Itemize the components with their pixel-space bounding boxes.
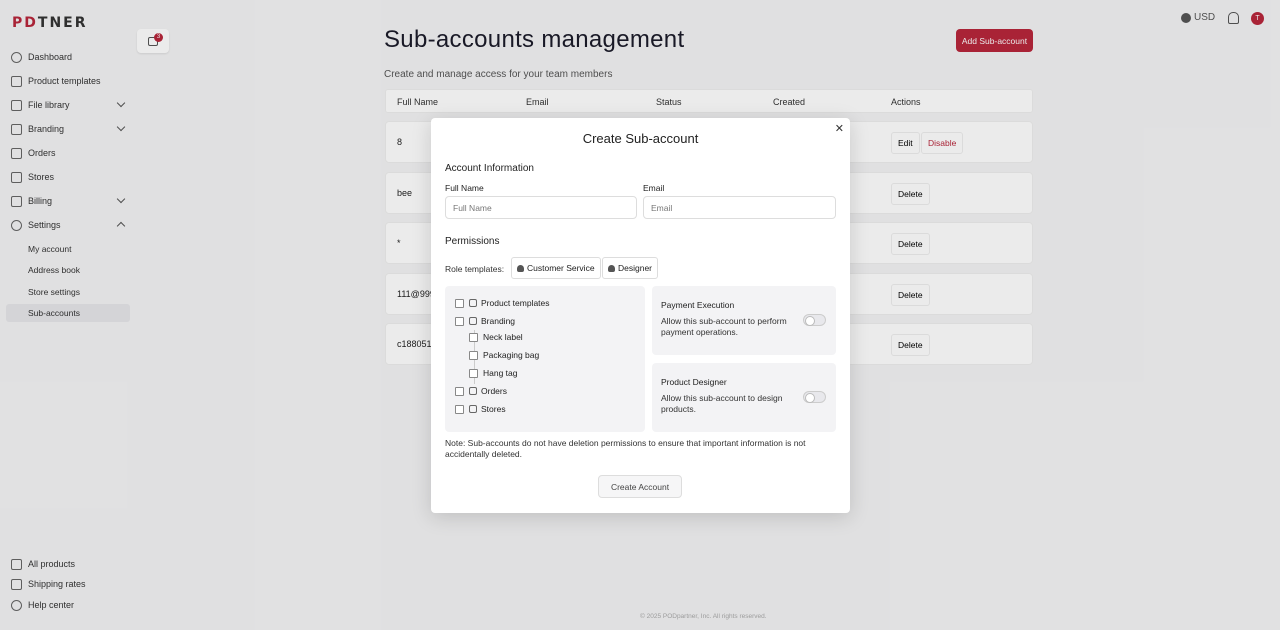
checkbox[interactable] (455, 316, 464, 326)
shirt-icon (469, 299, 477, 307)
role-templates-label: Role templates: (445, 264, 505, 274)
checkbox[interactable] (469, 350, 478, 360)
role-designer-button[interactable]: Designer (602, 257, 659, 279)
modal-title: Create Sub-account (582, 131, 699, 146)
card-title: Payment Execution (661, 300, 735, 310)
full-name-label: Full Name (445, 183, 484, 193)
tag-icon (469, 317, 477, 325)
full-name-input[interactable] (445, 196, 637, 219)
perm-branding[interactable]: Branding (455, 316, 515, 326)
perm-stores[interactable]: Stores (455, 404, 506, 414)
checkbox[interactable] (455, 386, 464, 396)
perm-neck-label[interactable]: Neck label (469, 332, 523, 342)
role-customer-service-button[interactable]: Customer Service (511, 257, 601, 279)
user-icon (608, 264, 615, 272)
deletion-note: Note: Sub-accounts do not have deletion … (445, 438, 806, 459)
product-designer-card: Product Designer Allow this sub-account … (652, 363, 836, 432)
checkbox[interactable] (455, 404, 464, 414)
clipboard-icon (469, 387, 477, 395)
checkbox[interactable] (455, 298, 464, 308)
card-title: Product Designer (661, 377, 727, 387)
email-label: Email (643, 183, 665, 193)
product-designer-toggle[interactable] (803, 391, 826, 403)
permissions-heading: Permissions (445, 236, 500, 247)
perm-hang-tag[interactable]: Hang tag (469, 368, 518, 378)
payment-execution-toggle[interactable] (803, 314, 826, 326)
card-description: Allow this sub-account to design product… (661, 393, 783, 414)
perm-orders[interactable]: Orders (455, 386, 507, 396)
email-input[interactable] (643, 196, 836, 219)
create-account-button[interactable]: Create Account (598, 475, 682, 498)
user-icon (517, 264, 524, 272)
perm-product-templates[interactable]: Product templates (455, 298, 550, 308)
permission-tree: Product templates Branding Neck label Pa… (445, 286, 645, 432)
store-icon (469, 405, 477, 413)
card-description: Allow this sub-account to perform paymen… (661, 316, 787, 337)
payment-execution-card: Payment Execution Allow this sub-account… (652, 286, 836, 355)
checkbox[interactable] (469, 368, 478, 378)
checkbox[interactable] (469, 332, 478, 342)
perm-packaging-bag[interactable]: Packaging bag (469, 350, 539, 360)
account-info-heading: Account Information (445, 163, 534, 174)
create-sub-account-modal: ✕ Create Sub-account Account Information… (431, 118, 850, 513)
